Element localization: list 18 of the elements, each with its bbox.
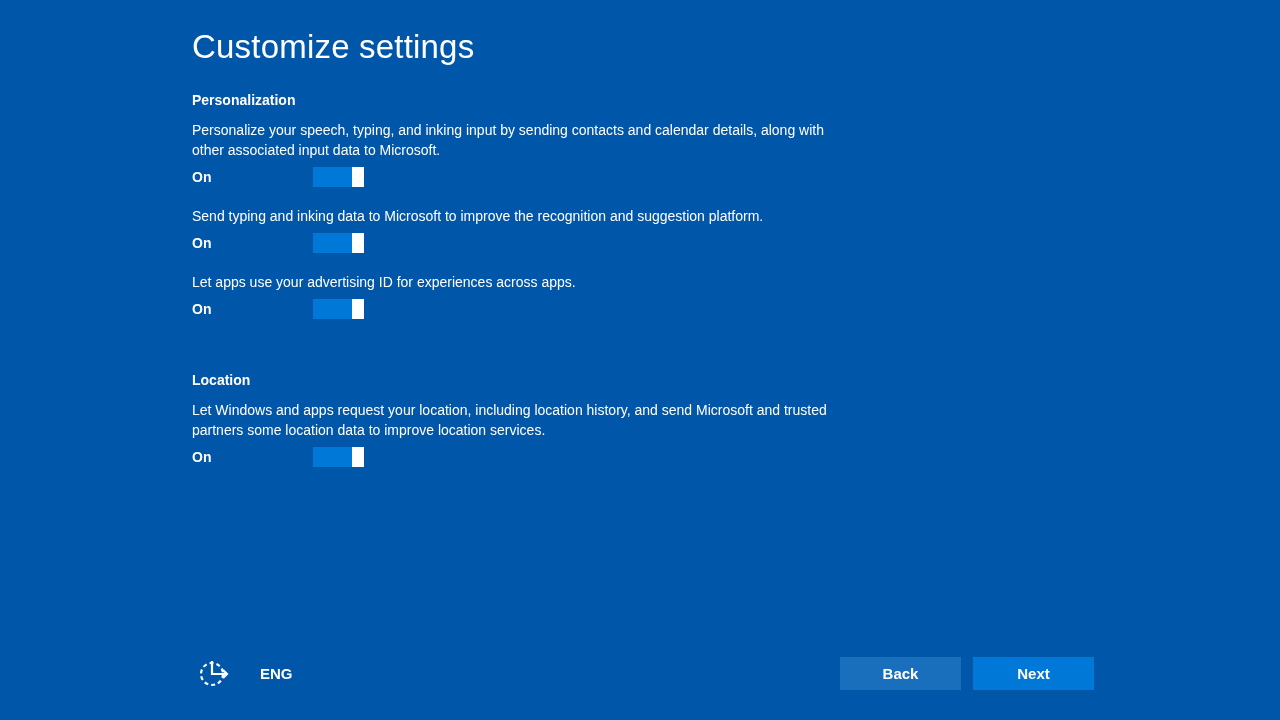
setting-description: Personalize your speech, typing, and inking input by sending contacts and calendar details, along with other associated input data to Microsoft. [192, 121, 825, 160]
toggle-state-label: On [192, 169, 213, 185]
toggle-state-label: On [192, 301, 213, 317]
toggle-state-label: On [192, 235, 213, 251]
page-title: Customize settings [192, 28, 476, 66]
toggle-switch[interactable] [313, 233, 364, 253]
next-button[interactable]: Next [973, 657, 1094, 690]
section-heading: Personalization [192, 92, 297, 108]
language-indicator[interactable]: ENG [260, 665, 293, 682]
section-heading: Location [192, 372, 252, 388]
setting-description: Send typing and inking data to Microsoft to improve the recognition and suggestion platform. [192, 207, 765, 226]
toggle-switch[interactable] [313, 447, 364, 467]
toggle-switch[interactable] [313, 167, 364, 187]
setting-description: Let apps use your advertising ID for experiences across apps. [192, 273, 577, 292]
setting-description: Let Windows and apps request your location, including location history, and send Microsoft and trusted partners some location data to improve location services. [192, 401, 828, 440]
toggle-switch[interactable] [313, 299, 364, 319]
toggle-state-label: On [192, 449, 213, 465]
back-button[interactable]: Back [840, 657, 961, 690]
